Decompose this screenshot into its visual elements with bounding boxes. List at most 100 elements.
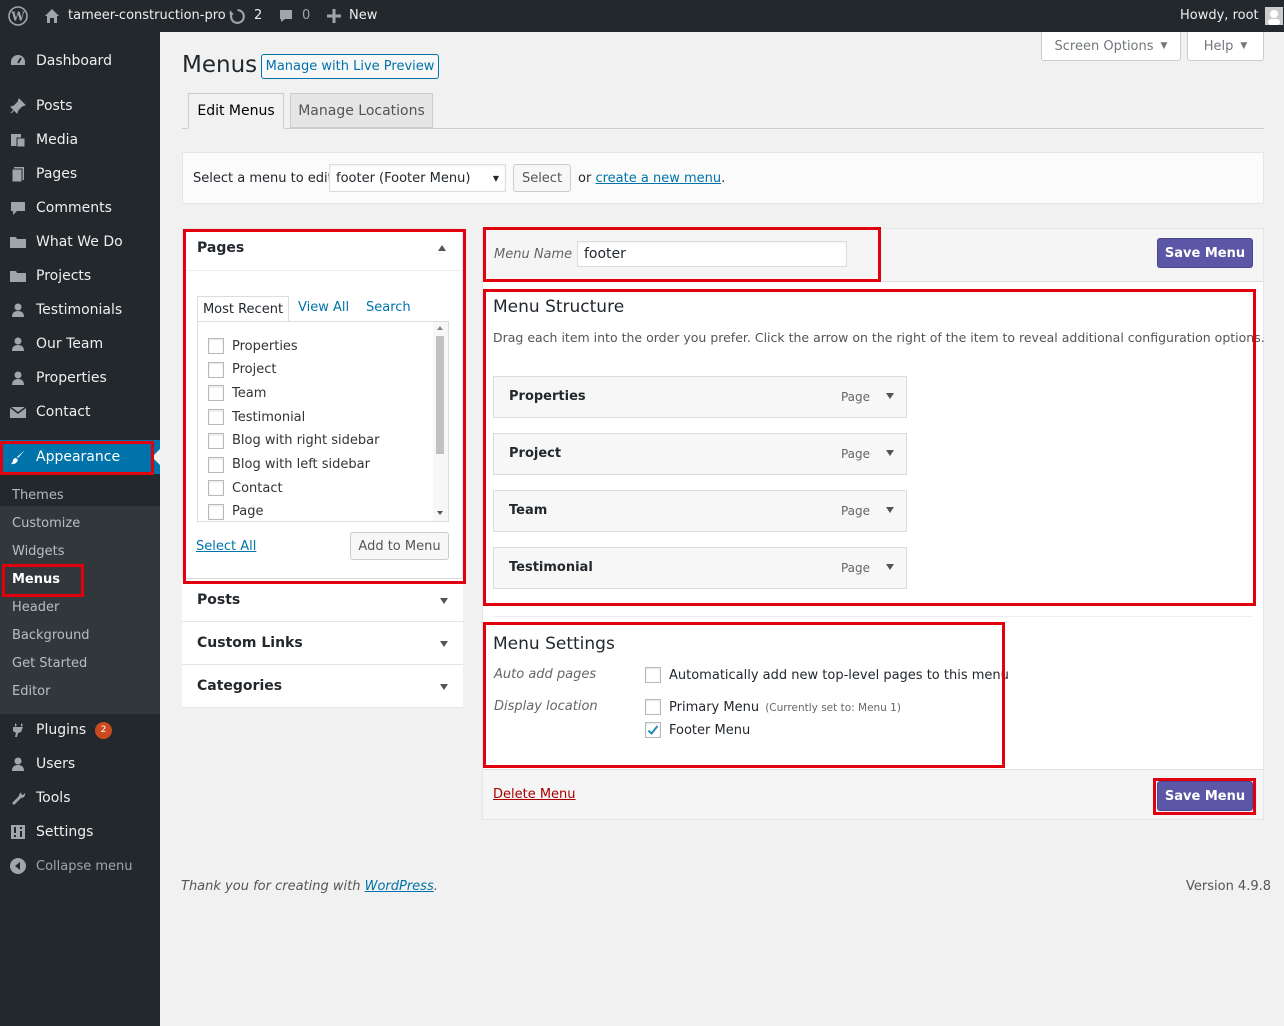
- menu-item-type: Page: [840, 561, 870, 575]
- user-icon: [8, 334, 28, 354]
- page-checklist-item[interactable]: Properties: [208, 338, 298, 354]
- sidebar-item-tools[interactable]: Tools: [0, 781, 160, 815]
- manage-live-preview-button[interactable]: Manage with Live Preview: [261, 54, 439, 79]
- menu-item-row[interactable]: Team Page: [493, 490, 907, 532]
- folder-icon: [8, 232, 28, 252]
- menu-item-row[interactable]: Properties Page: [493, 376, 907, 418]
- add-to-menu-button[interactable]: Add to Menu: [350, 532, 449, 560]
- sidebar-item-plugins[interactable]: Plugins 2: [0, 713, 160, 747]
- page-checklist-item[interactable]: Project: [208, 361, 276, 378]
- page-checklist-item[interactable]: Contact: [208, 480, 283, 497]
- sidebar-item-comments[interactable]: Comments: [0, 191, 160, 225]
- page-checklist-label: Properties: [232, 338, 298, 354]
- categories-accordion[interactable]: Categories: [182, 665, 463, 708]
- tab-most-recent[interactable]: Most Recent: [197, 296, 289, 322]
- submenu-item-editor[interactable]: Editor: [12, 684, 50, 699]
- sidebar-item-posts[interactable]: Posts: [0, 89, 160, 123]
- sidebar-item-users[interactable]: Users: [0, 747, 160, 781]
- sidebar-item-properties[interactable]: Properties: [0, 361, 160, 395]
- help-button[interactable]: Help ▼: [1187, 32, 1264, 61]
- sidebar-item-testimonials[interactable]: Testimonials: [0, 293, 160, 327]
- sidebar-item-label: Contact: [36, 404, 91, 420]
- page-checkbox[interactable]: [208, 409, 224, 426]
- tab-search[interactable]: Search: [366, 300, 411, 315]
- sidebar-item-pages[interactable]: Pages: [0, 157, 160, 191]
- submenu-item-get-started[interactable]: Get Started: [12, 656, 87, 671]
- primary-menu-checkbox[interactable]: [645, 699, 661, 715]
- tab-view-all[interactable]: View All: [298, 300, 349, 315]
- site-name-link[interactable]: tameer-construction-pro: [44, 0, 226, 32]
- menu-select[interactable]: footer (Footer Menu) ▼: [329, 164, 506, 192]
- sidebar-item-appearance[interactable]: Appearance: [0, 440, 160, 474]
- scroll-down-arrow-icon[interactable]: [437, 511, 443, 515]
- page-checkbox[interactable]: [208, 385, 224, 402]
- page-checklist-item[interactable]: Page: [208, 503, 263, 520]
- submenu-item-background[interactable]: Background: [12, 628, 90, 643]
- sidebar-item-settings[interactable]: Settings: [0, 815, 160, 849]
- submenu-item-customize[interactable]: Customize: [12, 516, 80, 531]
- expand-arrow-icon[interactable]: [886, 393, 894, 399]
- sidebar-item-what-we-do[interactable]: What We Do: [0, 225, 160, 259]
- pages-section-title[interactable]: Pages: [197, 240, 244, 256]
- page-checkbox[interactable]: [208, 432, 224, 449]
- custom-links-accordion[interactable]: Custom Links: [182, 622, 463, 665]
- page-checklist-item[interactable]: Testimonial: [208, 409, 305, 426]
- sidebar-item-media[interactable]: Media: [0, 123, 160, 157]
- primary-menu-label: Primary Menu: [669, 700, 760, 715]
- expand-arrow-icon[interactable]: [886, 507, 894, 513]
- posts-section-title: Posts: [197, 592, 241, 608]
- expand-arrow-icon[interactable]: [886, 450, 894, 456]
- page-checklist-item[interactable]: Blog with right sidebar: [208, 432, 379, 449]
- page-checklist-item[interactable]: Blog with left sidebar: [208, 456, 370, 473]
- menu-name-input[interactable]: footer: [577, 241, 847, 267]
- sidebar-item-our-team[interactable]: Our Team: [0, 327, 160, 361]
- create-new-menu-link[interactable]: create a new menu: [595, 171, 721, 186]
- select-all-link[interactable]: Select All: [196, 539, 256, 554]
- caret-down-icon: [440, 641, 448, 647]
- save-menu-button-bottom[interactable]: Save Menu: [1157, 781, 1253, 811]
- page-checklist-item[interactable]: Team: [208, 385, 266, 402]
- menu-item-type: Page: [840, 390, 870, 404]
- sidebar-item-collapse-menu[interactable]: Collapse menu: [0, 849, 160, 883]
- select-menu-button[interactable]: Select: [513, 164, 571, 192]
- sidebar-item-projects[interactable]: Projects: [0, 259, 160, 293]
- page-checkbox[interactable]: [208, 456, 224, 473]
- plugin-icon: [8, 720, 28, 740]
- screen-options-button[interactable]: Screen Options ▼: [1041, 32, 1181, 61]
- sidebar-item-contact[interactable]: Contact: [0, 395, 160, 429]
- posts-accordion[interactable]: Posts: [182, 579, 463, 622]
- scrollbar-thumb[interactable]: [436, 336, 444, 454]
- menu-item-row[interactable]: Project Page: [493, 433, 907, 475]
- footer-menu-checkbox[interactable]: [645, 722, 661, 738]
- page-icon: [8, 164, 28, 184]
- pages-scrollbar[interactable]: [433, 322, 448, 521]
- expand-arrow-icon[interactable]: [886, 564, 894, 570]
- new-content-link[interactable]: New: [327, 0, 377, 32]
- comments-link[interactable]: 0: [278, 0, 310, 32]
- submenu-item-themes[interactable]: Themes: [12, 488, 64, 503]
- my-account-link[interactable]: Howdy, root: [1180, 0, 1283, 32]
- menu-item-title: Properties: [509, 389, 586, 404]
- updates-link[interactable]: 2: [229, 0, 262, 32]
- wordpress-link[interactable]: WordPress: [365, 879, 434, 894]
- page-checkbox[interactable]: [208, 480, 224, 497]
- scroll-up-arrow-icon[interactable]: [437, 326, 443, 330]
- sidebar-item-dashboard[interactable]: Dashboard: [0, 44, 160, 78]
- tab-manage-locations[interactable]: Manage Locations: [290, 93, 433, 128]
- submenu-item-menus[interactable]: Menus: [12, 572, 60, 587]
- submenu-item-widgets[interactable]: Widgets: [12, 544, 65, 559]
- auto-add-pages-checkbox[interactable]: [645, 667, 661, 683]
- save-menu-button-top[interactable]: Save Menu: [1157, 238, 1253, 268]
- page-checkbox[interactable]: [208, 503, 224, 520]
- tab-edit-menus[interactable]: Edit Menus: [188, 93, 284, 129]
- page-checkbox[interactable]: [208, 361, 224, 378]
- menu-item-row[interactable]: Testimonial Page: [493, 547, 907, 589]
- period-text: .: [721, 171, 726, 186]
- page-checkbox[interactable]: [208, 338, 224, 354]
- caret-up-icon[interactable]: [438, 245, 446, 251]
- sidebar-item-label: Pages: [36, 166, 78, 182]
- screen-options-label: Screen Options: [1054, 38, 1154, 54]
- delete-menu-link[interactable]: Delete Menu: [493, 787, 576, 802]
- submenu-item-header[interactable]: Header: [12, 600, 59, 615]
- wordpress-logo-icon[interactable]: W: [8, 0, 28, 32]
